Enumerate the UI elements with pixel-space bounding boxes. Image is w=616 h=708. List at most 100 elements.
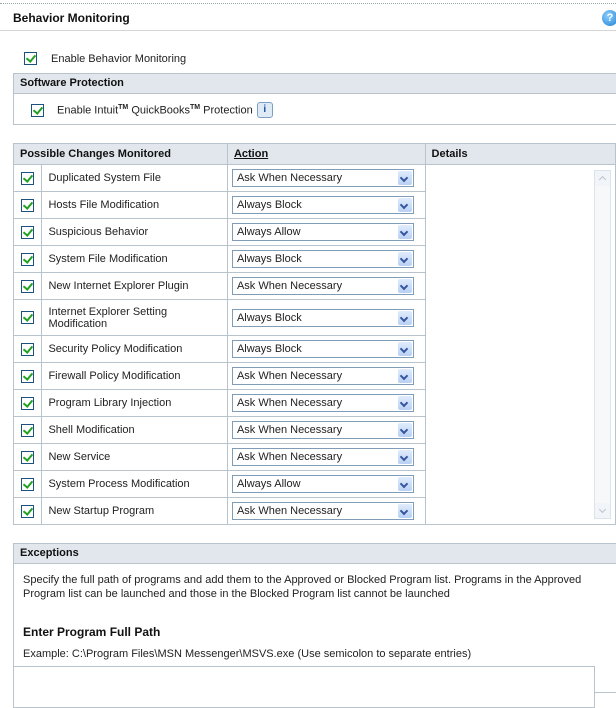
action-select[interactable]: Always Block <box>231 196 414 214</box>
action-select[interactable]: Always Allow <box>231 475 414 493</box>
row-checkbox-cell <box>12 299 43 336</box>
action-value: Always Block <box>236 253 302 265</box>
row-checkbox[interactable] <box>21 311 35 324</box>
action-cell: Ask When Necessary <box>226 497 426 525</box>
row-checkbox-cell <box>12 389 43 417</box>
row-checkbox-cell <box>12 416 43 444</box>
info-icon[interactable]: i <box>256 102 273 118</box>
chevron-down-icon[interactable] <box>397 310 412 325</box>
action-cell: Always Block <box>226 191 426 219</box>
chevron-down-icon[interactable] <box>397 477 412 491</box>
chevron-down-icon[interactable] <box>397 450 412 464</box>
action-value: Ask When Necessary <box>236 370 343 382</box>
action-select[interactable]: Always Block <box>231 340 414 358</box>
action-cell: Always Allow <box>226 218 426 246</box>
row-checkbox[interactable] <box>21 504 35 518</box>
action-select[interactable]: Ask When Necessary <box>231 502 414 520</box>
action-cell: Always Block <box>226 245 426 273</box>
checkmark-icon <box>25 52 37 63</box>
program-path-input[interactable] <box>13 666 595 708</box>
chevron-down-icon[interactable] <box>397 171 412 185</box>
action-select[interactable]: Ask When Necessary <box>231 394 414 412</box>
action-value: Always Block <box>236 199 302 211</box>
row-checkbox[interactable] <box>21 171 35 185</box>
checkmark-icon <box>23 198 34 210</box>
action-value: Ask When Necessary <box>236 172 343 184</box>
change-name: System Process Modification <box>41 470 228 498</box>
row-checkbox-cell <box>12 335 43 363</box>
chevron-down-icon[interactable] <box>397 252 412 266</box>
details-pane[interactable] <box>424 164 616 525</box>
row-checkbox[interactable] <box>21 225 35 239</box>
action-select[interactable]: Ask When Necessary <box>231 367 414 385</box>
chevron-down-icon[interactable] <box>397 396 412 410</box>
action-select[interactable]: Ask When Necessary <box>231 448 414 466</box>
scroll-down-icon[interactable] <box>595 503 610 518</box>
row-checkbox[interactable] <box>21 396 35 410</box>
action-value: Always Allow <box>236 478 301 490</box>
quickbooks-protection-row: Enable IntuitTM QuickBooksTM Protection … <box>14 94 616 118</box>
title-divider <box>0 30 616 31</box>
checkmark-icon <box>23 450 34 462</box>
change-name: System File Modification <box>41 245 228 273</box>
chevron-down-icon[interactable] <box>397 369 412 383</box>
action-cell: Ask When Necessary <box>226 362 426 390</box>
change-name: New Service <box>41 443 228 471</box>
action-cell: Ask When Necessary <box>226 164 426 192</box>
action-select[interactable]: Always Allow <box>231 223 414 241</box>
col-details-header: Details <box>424 143 616 165</box>
checkmark-icon <box>23 252 34 264</box>
action-select[interactable]: Ask When Necessary <box>231 169 414 187</box>
checkmark-icon <box>23 225 34 237</box>
row-checkbox-cell <box>12 497 43 525</box>
row-checkbox[interactable] <box>21 369 35 383</box>
exceptions-description: Specify the full path of programs and ad… <box>23 574 582 600</box>
change-name: New Internet Explorer Plugin <box>41 272 228 300</box>
details-scrollbar[interactable] <box>594 170 611 519</box>
enable-behavior-row: Enable Behavior Monitoring <box>24 52 186 65</box>
enable-behavior-checkbox[interactable] <box>24 52 37 65</box>
row-checkbox[interactable] <box>21 279 35 293</box>
action-value: Ask When Necessary <box>236 424 343 436</box>
chevron-down-icon[interactable] <box>397 342 412 356</box>
action-select[interactable]: Always Block <box>231 308 414 327</box>
chevron-down-icon[interactable] <box>397 198 412 212</box>
chevron-down-icon[interactable] <box>397 423 412 437</box>
row-checkbox[interactable] <box>21 450 35 464</box>
action-select[interactable]: Ask When Necessary <box>231 421 414 439</box>
checkmark-icon <box>23 171 34 183</box>
action-cell: Ask When Necessary <box>226 416 426 444</box>
col-action-header[interactable]: Action <box>226 143 426 165</box>
action-cell: Ask When Necessary <box>226 443 426 471</box>
row-checkbox[interactable] <box>21 423 35 437</box>
change-name: Duplicated System File <box>41 164 228 192</box>
chevron-down-icon[interactable] <box>397 279 412 293</box>
action-value: Ask When Necessary <box>236 397 343 409</box>
quickbooks-protection-checkbox[interactable] <box>31 103 44 117</box>
row-checkbox-cell <box>12 272 43 300</box>
help-icon[interactable]: ? <box>602 10 616 26</box>
row-checkbox[interactable] <box>21 477 35 491</box>
checkmark-icon <box>23 423 34 435</box>
action-value: Ask When Necessary <box>236 505 343 517</box>
table-row: Duplicated System File Ask When Necessary <box>12 164 616 525</box>
change-name: Shell Modification <box>41 416 228 444</box>
checkmark-icon <box>32 103 44 115</box>
row-checkbox[interactable] <box>21 342 35 356</box>
row-checkbox[interactable] <box>21 252 35 266</box>
chevron-down-icon[interactable] <box>397 225 412 239</box>
checkmark-icon <box>23 369 34 381</box>
row-checkbox[interactable] <box>21 198 35 212</box>
action-cell: Always Block <box>226 299 426 336</box>
action-value: Always Block <box>236 311 302 324</box>
row-checkbox-cell <box>12 245 43 273</box>
change-name: Internet Explorer Setting Modification <box>41 299 228 336</box>
program-path-example: Example: C:\Program Files\MSN Messenger\… <box>23 648 472 660</box>
software-protection-header: Software Protection <box>14 74 616 94</box>
action-select[interactable]: Ask When Necessary <box>231 277 414 295</box>
chevron-down-icon[interactable] <box>397 504 412 518</box>
program-path-heading: Enter Program Full Path <box>23 625 161 639</box>
action-select[interactable]: Always Block <box>231 250 414 268</box>
scroll-up-icon[interactable] <box>595 171 610 186</box>
exceptions-header: Exceptions <box>14 544 616 564</box>
